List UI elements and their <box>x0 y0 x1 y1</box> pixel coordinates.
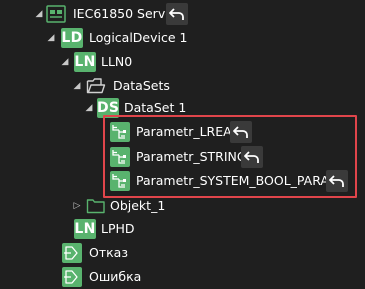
server-icon <box>46 5 66 23</box>
signal-icon <box>62 267 82 287</box>
ld-badge-icon: LD <box>61 28 83 48</box>
tree-label-param: Parametr_SYSTEM_BOOL_PARAM <box>136 173 340 188</box>
tree-label-server: IEC61850 Server <box>73 6 179 21</box>
tree-label-param: Parametr_STRING <box>136 149 247 164</box>
tree-row-datasets[interactable]: ◢ DataSets <box>0 74 365 98</box>
chevron-down-icon[interactable]: ◢ <box>84 103 94 113</box>
chevron-down-icon[interactable]: ◢ <box>72 81 82 91</box>
undo-icon <box>329 175 344 187</box>
tree-row-param[interactable]: Parametr_SYSTEM_BOOL_PARAM <box>0 169 365 193</box>
revert-button[interactable] <box>241 146 263 168</box>
data-attribute-icon <box>110 147 130 167</box>
undo-icon <box>233 126 248 138</box>
ln-badge-icon: LN <box>74 52 96 72</box>
tree-label-datasets: DataSets <box>113 78 170 93</box>
tree-row-oshibka[interactable]: Ошибка <box>0 265 365 289</box>
chevron-right-icon[interactable]: ▷ <box>72 201 82 211</box>
tree-row-objekt[interactable]: ▷ Objekt_1 <box>0 194 365 218</box>
tree-row-param[interactable]: Parametr_LREAL <box>0 120 365 144</box>
undo-icon <box>244 151 259 163</box>
undo-icon <box>169 8 184 20</box>
tree-row-logical-device[interactable]: ◢ LD LogicalDevice 1 <box>0 26 365 50</box>
tree-row-otkaz[interactable]: Отказ <box>0 241 365 265</box>
tree-label-otkaz: Отказ <box>89 245 128 260</box>
tree-label-logical-device: LogicalDevice 1 <box>89 30 188 45</box>
tree-row-lphd[interactable]: LN LPHD <box>0 217 365 241</box>
tree-row-param[interactable]: Parametr_STRING <box>0 145 365 169</box>
chevron-down-icon[interactable]: ◢ <box>34 9 44 19</box>
tree-label-lln0: LLN0 <box>101 54 133 69</box>
folder-open-icon <box>86 77 106 95</box>
folder-icon <box>86 197 106 215</box>
tree-label-lphd: LPHD <box>101 221 135 236</box>
revert-button[interactable] <box>326 170 348 192</box>
chevron-down-icon[interactable]: ◢ <box>46 33 56 43</box>
data-attribute-icon <box>110 171 130 191</box>
tree-label-oshibka: Ошибка <box>89 269 142 284</box>
ln-badge-icon: LN <box>74 219 96 239</box>
tree-label-objekt: Objekt_1 <box>110 198 166 213</box>
chevron-down-icon[interactable]: ◢ <box>60 57 70 67</box>
tree-label-param: Parametr_LREAL <box>136 124 239 139</box>
data-attribute-icon <box>110 122 130 142</box>
revert-button[interactable] <box>230 121 252 143</box>
tree-row-lln0[interactable]: ◢ LN LLN0 <box>0 50 365 74</box>
revert-button[interactable] <box>166 3 188 25</box>
tree-view: ◢ IEC61850 Server ◢ LD LogicalDevice 1 ◢… <box>0 0 365 289</box>
signal-icon <box>62 243 82 263</box>
tree-row-server[interactable]: ◢ IEC61850 Server <box>0 2 365 26</box>
